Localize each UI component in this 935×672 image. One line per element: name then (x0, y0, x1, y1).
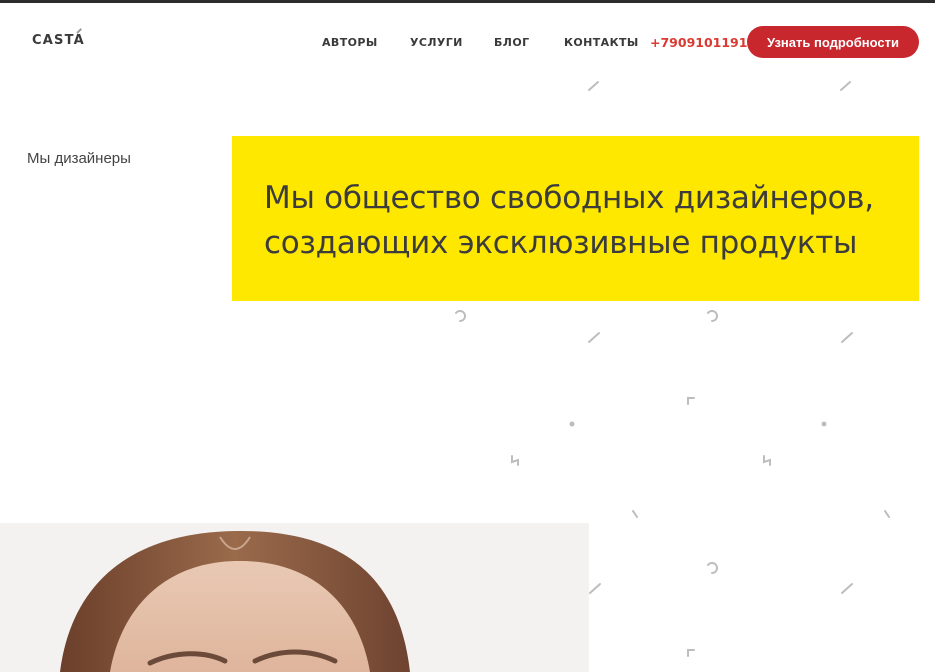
hero-headline-box: Мы общество свободных дизайнеров, создаю… (232, 136, 919, 301)
portrait-illustration (0, 523, 589, 672)
arc-mark (707, 310, 718, 322)
slash-mark (588, 332, 600, 343)
learn-more-button[interactable]: Узнать подробности (747, 26, 919, 58)
slash-mark (840, 81, 851, 91)
tick-mark (632, 510, 638, 518)
corner-mark (687, 649, 695, 657)
designer-portrait-image (0, 523, 589, 672)
arc-mark (707, 562, 718, 574)
arc-mark (455, 310, 466, 322)
slash-mark (588, 81, 599, 91)
logo[interactable]: CASTA (32, 33, 85, 48)
slash-mark (589, 583, 601, 594)
corner-mark (687, 397, 695, 405)
dot-mark (821, 421, 827, 427)
nav-item-contacts[interactable]: КОНТАКТЫ (564, 36, 639, 49)
top-border-bar (0, 0, 935, 3)
squiggle-mark (511, 455, 519, 466)
tick-mark (884, 510, 890, 518)
hero-headline: Мы общество свободных дизайнеров, создаю… (264, 176, 904, 266)
dot-mark (569, 421, 575, 427)
nav-item-authors[interactable]: АВТОРЫ (322, 36, 378, 49)
hero-headline-line-1: Мы общество свободных дизайнеров, (264, 180, 874, 216)
squiggle-mark (763, 455, 771, 466)
nav-item-blog[interactable]: БЛОГ (494, 36, 529, 49)
section-label: Мы дизайнеры (27, 150, 131, 167)
hero-headline-line-2: создающих эксклюзивные продукты (264, 225, 858, 261)
slash-mark (841, 332, 853, 343)
phone-link[interactable]: +79091011913 (650, 35, 756, 50)
slash-mark (841, 583, 853, 594)
nav-item-services[interactable]: УСЛУГИ (410, 36, 463, 49)
